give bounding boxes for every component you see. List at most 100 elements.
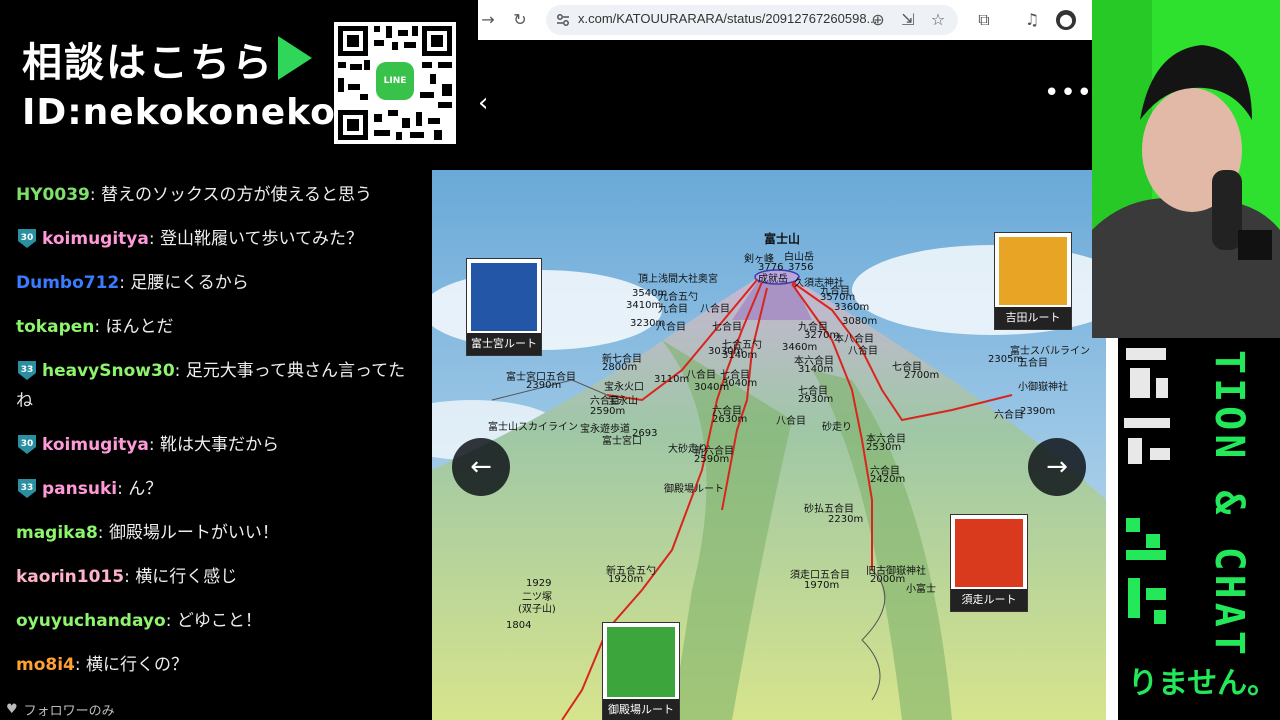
hiker-icon (955, 519, 1023, 587)
next-image-button[interactable]: → (1028, 438, 1086, 496)
chat-separator: : (165, 611, 177, 631)
map-label: 1920m (608, 574, 644, 585)
chat-username[interactable]: HY0039 (16, 185, 90, 205)
zoom-icon[interactable]: ⊕ (868, 10, 888, 30)
chat-username[interactable]: pansuki (42, 479, 117, 499)
chat-text: 足元大事って典さん言ってた (185, 361, 406, 381)
chat-mode-label: フォロワーのみ (23, 703, 115, 719)
chat-username[interactable]: magika8 (16, 523, 98, 543)
map-label: 砂走り (822, 422, 852, 433)
chat-username[interactable]: oyuyuchandayo (16, 611, 166, 631)
map-label: 1804 (506, 620, 532, 631)
map-label: 八合目 (656, 322, 686, 333)
chat-username[interactable]: mo8i4 (16, 655, 75, 675)
url-text: x.com/KATOUURARARA/status/20912767260598… (578, 11, 878, 26)
chat-separator: : (97, 523, 109, 543)
map-label: 2230m (828, 514, 864, 525)
map-label: 御殿場ルート (664, 484, 724, 495)
map-label: 2930m (798, 394, 834, 405)
chat-username[interactable]: kaorin1015 (16, 567, 124, 587)
line-consult-banner: 相談はこちら ID:nekokoneko2018 LINE (0, 0, 478, 168)
map-label: 2630m (712, 414, 748, 425)
chat-username[interactable]: Dumbo712 (16, 273, 119, 293)
chat-separator: : (148, 435, 160, 455)
map-label: 2800m (602, 362, 638, 373)
chat-username[interactable]: tokapen (16, 317, 94, 337)
map-label: 砂払五合目 (804, 504, 854, 515)
subscriber-badge-icon: 33 (18, 361, 36, 380)
map-label: 3110m (654, 374, 690, 385)
reload-icon[interactable]: ↻ (510, 10, 530, 30)
route-card-subashiri: 須走ルート (950, 514, 1028, 612)
chat-text-continued: ね (16, 391, 33, 411)
chat-separator: : (174, 361, 186, 381)
chat-message: tokapen: ほんとだ (16, 312, 432, 342)
chat-text: 靴は大事だから (160, 435, 279, 455)
forward-icon[interactable]: → (478, 10, 498, 30)
chat-message: magika8: 御殿場ルートがいい！ (16, 518, 432, 548)
map-label: 白山岳 (784, 252, 814, 263)
map-label: 須走口五合目 (790, 570, 850, 581)
site-settings-icon[interactable] (555, 12, 571, 28)
media-control-icon[interactable]: ♫ (1022, 10, 1042, 30)
install-icon[interactable]: ⇲ (898, 10, 918, 30)
heart-icon: ♥ (6, 701, 18, 717)
map-label: 2590m (590, 406, 626, 417)
subscriber-badge-icon: 30 (18, 435, 36, 454)
chat-text: どゆこと！ (176, 611, 262, 631)
browser-window: → ↻ x.com/KATOUURARARA/status/2091276726… (478, 0, 1092, 170)
map-label: 富士宮口 (602, 436, 642, 447)
chat-text: 横に行くの？ (86, 655, 189, 675)
overlay-divider (1106, 338, 1118, 720)
address-bar[interactable]: x.com/KATOUURARARA/status/20912767260598… (546, 5, 958, 35)
map-label: 2390m (1020, 406, 1056, 417)
more-horizontal-icon[interactable]: ••• (1044, 78, 1093, 108)
hiker-icon (607, 627, 675, 697)
subscriber-badge-icon: 30 (18, 229, 36, 248)
chat-username[interactable]: koimugitya (42, 229, 149, 249)
map-label: 宝永火口 (604, 382, 644, 393)
browser-toolbar: → ↻ x.com/KATOUURARARA/status/2091276726… (478, 0, 1092, 40)
extensions-icon[interactable]: ⧉ (974, 10, 994, 30)
svg-text:33: 33 (21, 483, 34, 493)
consult-title: 相談はこちら (22, 40, 274, 86)
svg-text:30: 30 (21, 439, 34, 449)
map-label: 2420m (870, 474, 906, 485)
map-label: 3040m (722, 378, 758, 389)
bookmark-star-icon[interactable]: ☆ (928, 10, 948, 30)
play-arrow-icon (278, 36, 312, 80)
chat-message: Dumbo712: 足腰にくるから (16, 268, 432, 298)
map-label: 2530m (866, 442, 902, 453)
stream-bottom-text: りません。 (1128, 666, 1278, 701)
map-label: 3410m (626, 300, 662, 311)
previous-image-button[interactable]: ← (452, 438, 510, 496)
chat-separator: : (74, 655, 87, 675)
arrow-right-icon: → (1046, 452, 1068, 482)
chat-username[interactable]: heavySnow30 (42, 361, 175, 381)
map-label: 2000m (870, 574, 906, 585)
chat-message: 33 pansuki: ん？ (16, 474, 432, 504)
back-chevron-icon[interactable]: ‹ (478, 88, 488, 118)
chat-message: HY0039: 替えのソックスの方が使えると思う (16, 180, 432, 210)
chat-username[interactable]: koimugitya (42, 435, 149, 455)
map-label: 八合目 (776, 416, 806, 427)
map-label: 小富士 (906, 584, 936, 595)
map-label: 頂上浅間大社奥宮 (638, 274, 718, 285)
map-label: 2700m (904, 370, 940, 381)
chat-message: mo8i4: 横に行くの？ (16, 650, 432, 680)
map-label: 2390m (526, 380, 562, 391)
webcam-feed (1092, 0, 1280, 338)
arrow-left-icon: ← (470, 452, 492, 482)
profile-avatar-icon[interactable]: ● (1056, 10, 1076, 30)
chat-separator: : (89, 185, 101, 205)
chat-separator: : (94, 317, 106, 337)
chat-text: ほんとだ (105, 317, 174, 337)
map-label: 富士山スカイライン (488, 422, 578, 433)
chat-mode-indicator: ♥ フォロワーのみ (6, 698, 115, 720)
map-label: 3140m (722, 350, 758, 361)
map-label: 九合目 (658, 304, 688, 315)
chat-text: 登山靴履いて歩いてみた？ (160, 229, 363, 249)
chat-separator: : (148, 229, 160, 249)
chat-message: 30 koimugitya: 登山靴履いて歩いてみた？ (16, 224, 432, 254)
chat-text: ん？ (128, 479, 163, 499)
